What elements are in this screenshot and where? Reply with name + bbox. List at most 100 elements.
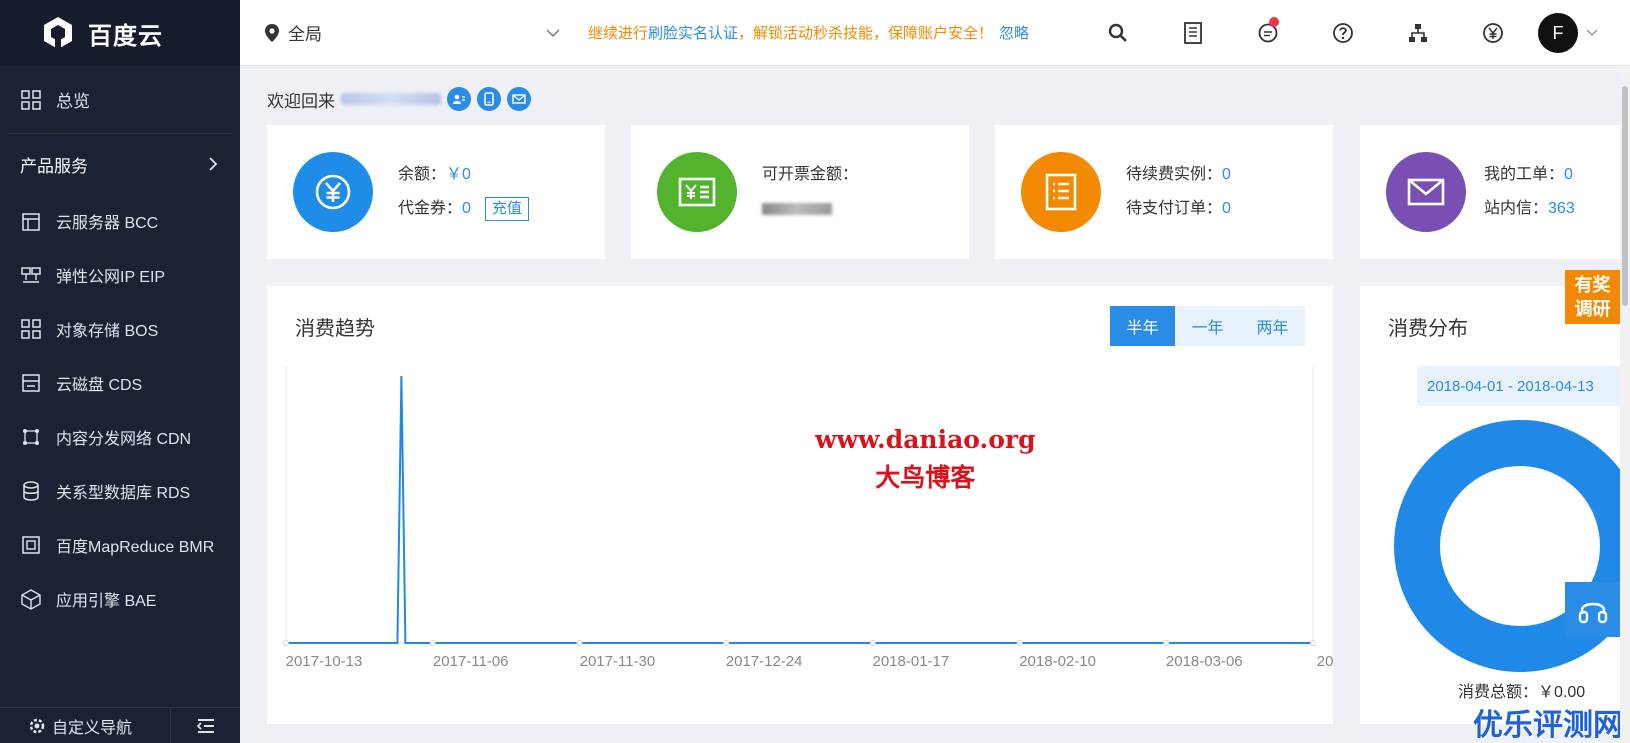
tab-half-year[interactable]: 半年 (1110, 306, 1175, 346)
welcome-bar: 欢迎回来 (267, 86, 531, 112)
welcome-label: 欢迎回来 (267, 91, 335, 111)
sidebar-item-label: 云服务器 BCC (56, 215, 159, 232)
watermark-blog: 大鸟博客 (875, 463, 976, 492)
sidebar-item-cds[interactable]: 云磁盘 CDS (0, 356, 240, 410)
sidebar-item-overview[interactable]: 总览 (8, 66, 232, 134)
chevron-down-icon (546, 28, 560, 37)
survey-button[interactable]: 有奖 调研 (1565, 270, 1620, 324)
voucher-value[interactable]: 0 (462, 200, 471, 217)
search-button[interactable] (1080, 0, 1155, 66)
trend-title: 消费趋势 (295, 318, 375, 340)
trend-range-tabs: 半年 一年 两年 (1110, 306, 1305, 346)
renew-value[interactable]: 0 (1222, 166, 1231, 183)
top-icon-group: F (1080, 0, 1630, 66)
baidu-cloud-logo-icon (44, 17, 72, 51)
yuan-coin-icon (315, 174, 351, 210)
realname-verify-button[interactable] (447, 87, 471, 111)
help-button[interactable] (1305, 0, 1380, 66)
sidebar: 百度云 总览 产品服务 云服务器 BCC 弹性公网IP EIP 对象存储 BOS 云磁… (0, 0, 240, 743)
cdn-nodes-icon (23, 429, 39, 445)
tab-one-year[interactable]: 一年 (1175, 306, 1240, 346)
gear-icon (29, 718, 45, 733)
grid-icon (21, 89, 41, 110)
messages-button[interactable] (1230, 0, 1305, 66)
sidebar-section-label: 产品服务 (20, 156, 88, 176)
sidebar-item-bae[interactable]: 应用引擎 BAE (0, 572, 240, 626)
brand-name: 百度云 (88, 22, 163, 50)
region-label: 全局 (288, 25, 322, 44)
chevron-down-icon (1586, 29, 1598, 37)
unpaid-value[interactable]: 0 (1222, 200, 1231, 217)
orders-button[interactable] (1155, 0, 1230, 66)
unread-dot (1269, 17, 1279, 27)
sidebar-item-rds[interactable]: 关系型数据库 RDS (0, 464, 240, 518)
site-watermark: www.daniao.org 大鸟博客 (815, 425, 1036, 494)
user-menu[interactable]: F (1530, 13, 1630, 53)
messages-value[interactable]: 363 (1548, 200, 1575, 217)
x-tick-label: 2017-11-06 (433, 653, 509, 670)
unpaid-label: 待支付订单： (1126, 200, 1223, 217)
sidebar-item-eip[interactable]: 弹性公网IP EIP (0, 248, 240, 302)
notice-suffix: ，解锁活动秒杀技能，保障账户安全！ (738, 25, 994, 42)
x-tick-label: 2018-01-17 (872, 653, 949, 670)
help-question-icon (1332, 23, 1353, 43)
invoice-icon (678, 177, 716, 207)
sidebar-item-cdn[interactable]: 内容分发网络 CDN (0, 410, 240, 464)
recharge-button[interactable]: 充值 (484, 197, 529, 221)
org-structure-button[interactable] (1380, 0, 1455, 66)
tickets-card: 我的工单：0 站内信：363 (1360, 125, 1630, 259)
headset-icon (1578, 602, 1607, 623)
disk-icon (22, 374, 40, 392)
sidebar-item-label: 内容分发网络 CDN (56, 431, 192, 448)
sidebar-item-bos[interactable]: 对象存储 BOS (0, 302, 240, 356)
page-scrollbar[interactable] (1620, 66, 1630, 743)
custom-nav-button[interactable]: 自定义导航 (0, 714, 170, 738)
sidebar-item-label: 弹性公网IP EIP (56, 269, 166, 286)
corner-watermark: 优乐评测网 (1473, 709, 1623, 742)
server-icon (22, 213, 40, 231)
location-pin-icon (265, 23, 279, 42)
x-tick-label: 2018-03-06 (1166, 653, 1243, 670)
tickets-value[interactable]: 0 (1564, 166, 1573, 183)
sidebar-item-bcc[interactable]: 云服务器 BCC (0, 194, 240, 248)
sidebar-section-products[interactable]: 产品服务 (0, 134, 240, 194)
sidebar-item-label: 云磁盘 CDS (56, 377, 143, 394)
region-selector[interactable]: 全局 (240, 20, 570, 45)
sidebar-item-label: 对象存储 BOS (56, 323, 159, 340)
x-tick-label: 2018-03-3 (1317, 653, 1333, 670)
renew-label: 待续费实例： (1126, 166, 1223, 183)
yuan-coin-icon (1482, 23, 1503, 43)
x-tick-label: 2017-11-30 (580, 653, 656, 670)
email-verify-button[interactable] (507, 87, 531, 111)
distribution-total: 消费总额：￥0.00 (1458, 678, 1585, 702)
phone-verify-button[interactable] (477, 87, 501, 111)
sidebar-item-bmr[interactable]: 百度MapReduce BMR (0, 518, 240, 572)
face-verify-link[interactable]: 刷脸实名认证 (648, 22, 738, 43)
envelope-icon (512, 94, 526, 104)
top-bar: 全局 继续进行 刷脸实名认证 ，解锁活动秒杀技能，保障账户安全！ 忽略 F (240, 0, 1630, 66)
cube-icon (21, 589, 41, 610)
data-point (869, 640, 876, 646)
sidebar-item-label: 应用引擎 BAE (56, 593, 157, 610)
tickets-badge (1386, 152, 1466, 232)
collapse-menu-icon (196, 718, 214, 733)
mapreduce-icon (22, 536, 40, 554)
balance-card: 余额：￥0 代金券：0 充值 (267, 125, 605, 259)
data-point (723, 640, 730, 646)
avatar: F (1538, 13, 1578, 53)
ignore-notice-link[interactable]: 忽略 (999, 22, 1029, 43)
sidebar-item-label: 总览 (56, 92, 90, 111)
balance-badge (293, 152, 373, 232)
collapse-sidebar-button[interactable] (170, 708, 240, 743)
finance-button[interactable] (1455, 0, 1530, 66)
distribution-donut-chart (1394, 420, 1630, 672)
custom-nav-label: 自定义导航 (52, 719, 133, 737)
data-point (576, 640, 583, 646)
customer-service-button[interactable] (1565, 582, 1620, 637)
scrollbar-thumb[interactable] (1622, 86, 1628, 306)
org-chart-icon (1408, 24, 1427, 42)
brand-logo[interactable]: 百度云 (0, 0, 240, 66)
voucher-label: 代金券： (398, 200, 463, 217)
tab-two-years[interactable]: 两年 (1240, 306, 1305, 346)
consumption-trend-chart: 2017-10-13 2017-11-06 2017-11-30 2017-12-24… (283, 366, 1333, 670)
